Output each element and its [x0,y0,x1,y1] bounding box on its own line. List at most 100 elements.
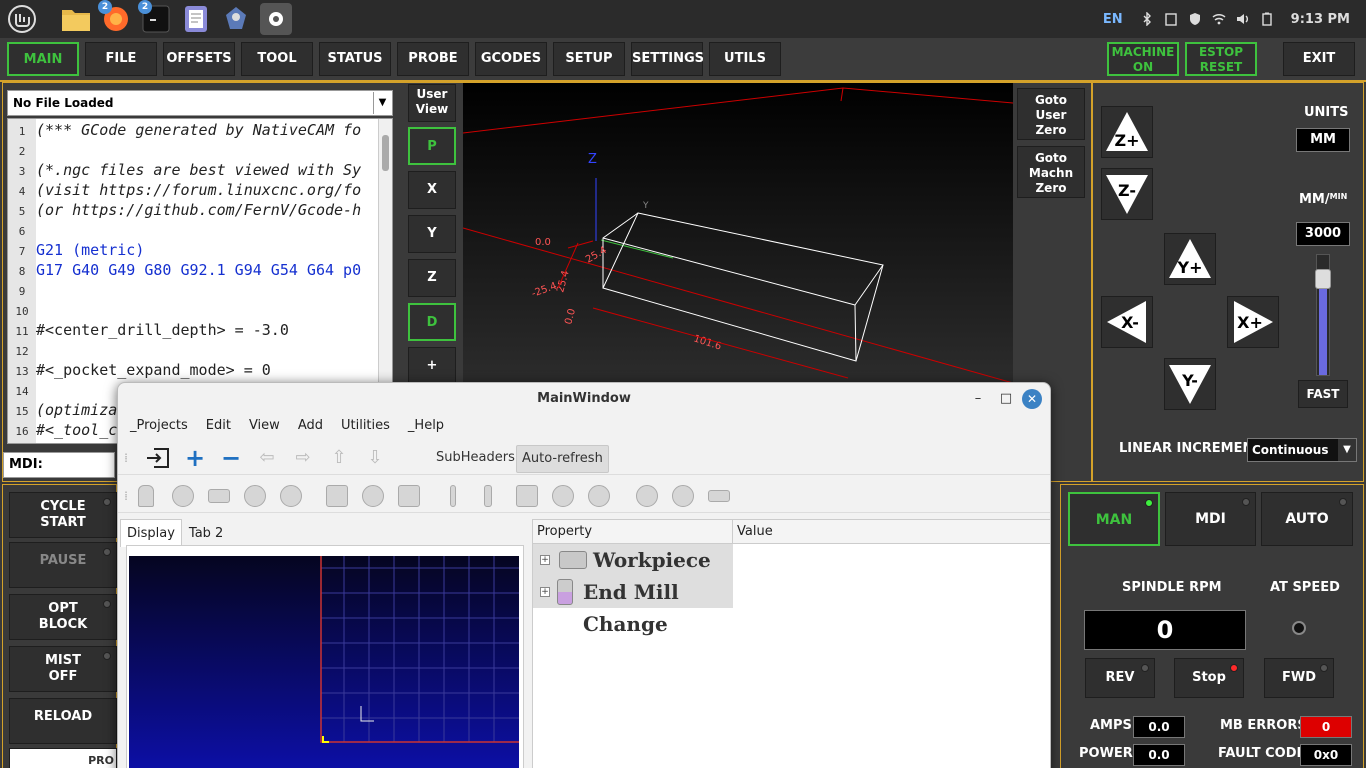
linuxcnc-icon[interactable] [220,3,252,35]
tab-probe[interactable]: PROBE [397,42,469,76]
circle-drill-icon[interactable] [362,485,384,507]
end-mill-icon[interactable] [138,485,154,507]
drill-icon[interactable] [450,485,456,507]
menu-edit[interactable]: Edit [206,415,231,437]
view-y-button[interactable]: Y [408,215,456,253]
maximize-icon[interactable]: □ [996,389,1016,409]
grid-drill-icon[interactable] [398,485,420,507]
mist-off-button[interactable]: MIST OFF [9,646,117,692]
tab-utils[interactable]: UTILS [709,42,781,76]
code-line[interactable]: 13 #<_pocket_expand_mode> = 0 [8,361,378,381]
circle-pocket-icon[interactable] [172,485,194,507]
user-view-button[interactable]: User View [408,84,456,122]
subheaders-toggle[interactable]: SubHeaders [436,445,515,471]
code-line[interactable]: 10 [8,301,378,321]
spindle-fwd-button[interactable]: FWD [1264,658,1334,698]
wifi-icon[interactable] [1212,12,1226,26]
move-down-icon[interactable]: ⇩ [364,447,386,469]
code-line[interactable]: 1 (*** GCode generated by NativeCAM fo [8,121,378,141]
drill-row-icon[interactable] [588,485,610,507]
stock-icon[interactable] [708,490,730,502]
view-x-button[interactable]: X [408,171,456,209]
table-row[interactable]: End Mill Change + [533,576,1050,636]
linear-increment-select[interactable]: Continuous ▼ [1247,438,1357,462]
reload-button[interactable]: RELOAD [9,698,117,744]
tab-gcodes[interactable]: GCODES [475,42,547,76]
coolant-icon[interactable] [672,485,694,507]
menu-help[interactable]: _Help [408,415,444,437]
spindle-rev-button[interactable]: REV [1085,658,1155,698]
clipboard-icon[interactable] [1164,12,1178,26]
keyboard-layout[interactable]: EN [1103,12,1123,27]
gear-icon[interactable] [260,3,292,35]
zoom-in-button[interactable]: + [408,347,456,385]
opt-block-button[interactable]: OPT BLOCK [9,594,117,640]
tab-offsets[interactable]: OFFSETS [163,42,235,76]
jog-z-minus-button[interactable]: Z- [1101,168,1153,220]
jog-y-minus-button[interactable]: Y- [1164,358,1216,410]
property-table[interactable]: Property Value Workpiece + End Mill Chan… [532,519,1050,768]
firefox-icon[interactable]: 2 [98,0,132,35]
mode-man-button[interactable]: MAN [1068,492,1160,546]
slot-icon[interactable] [244,485,266,507]
move-left-icon[interactable]: ⇦ [256,447,278,469]
view-d-button[interactable]: D [408,303,456,341]
code-line[interactable]: 2 [8,141,378,161]
export-icon[interactable] [146,447,169,469]
mode-mdi-button[interactable]: MDI [1165,492,1256,546]
clock[interactable]: 9:13 PM [1291,12,1350,27]
tab-setup[interactable]: SETUP [553,42,625,76]
view-z-button[interactable]: Z [408,259,456,297]
pause-button[interactable]: PAUSE [9,542,117,588]
minimize-icon[interactable]: – [968,389,988,409]
tab-main[interactable]: MAIN [7,42,79,76]
menu-utilities[interactable]: Utilities [341,415,390,437]
tab-display[interactable]: Display [120,519,182,547]
feed-rate-value[interactable]: 3000 [1296,222,1350,246]
menu-projects[interactable]: _Projects [130,415,188,437]
jog-z-plus-button[interactable]: Z+ [1101,106,1153,158]
view-p-button[interactable]: P [408,127,456,165]
add-icon[interactable]: + [184,446,206,470]
jog-x-minus-button[interactable]: X- [1101,296,1153,348]
nativecam-window[interactable]: MainWindow – □ ✕ _Projects Edit View Add… [117,382,1051,768]
value-column-header[interactable]: Value [733,520,1050,544]
file-selector[interactable]: No File Loaded ▼ [7,90,393,116]
drill-pattern-icon[interactable] [326,485,348,507]
jog-y-plus-button[interactable]: Y+ [1164,233,1216,285]
battery-icon[interactable] [1260,12,1274,26]
mint-menu-icon[interactable] [6,3,38,35]
expand-icon[interactable]: + [540,555,550,565]
text-editor-icon[interactable] [180,3,212,35]
property-column-header[interactable]: Property [533,520,733,544]
bluetooth-icon[interactable] [1140,12,1154,26]
estop-reset-button[interactable]: ESTOP RESET [1185,42,1257,76]
code-line[interactable]: 12 [8,341,378,361]
terminal-icon[interactable]: 2 [138,0,172,35]
tab-tool[interactable]: TOOL [241,42,313,76]
menu-view[interactable]: View [249,415,280,437]
code-line[interactable]: 7 G21 (metric) [8,241,378,261]
close-icon[interactable]: ✕ [1022,389,1042,409]
tab-status[interactable]: STATUS [319,42,391,76]
machine-on-button[interactable]: MACHINE ON [1107,42,1179,76]
mode-auto-button[interactable]: AUTO [1261,492,1353,546]
tab-settings[interactable]: SETTINGS [631,42,704,76]
move-right-icon[interactable]: ⇨ [292,447,314,469]
mdi-input[interactable]: MDI: [3,452,115,478]
shield-icon[interactable] [1188,12,1202,26]
program-button[interactable]: PRO [9,748,117,768]
menu-add[interactable]: Add [298,415,323,437]
fast-button[interactable]: FAST [1298,380,1348,408]
spindle-stop-button[interactable]: Stop [1174,658,1244,698]
gcode-3d-preview[interactable]: Z Y 0.0 25.4 -25.4 0.0 101.6 25.4 [463,83,1013,383]
expand-icon[interactable]: + [540,587,550,597]
tab-file[interactable]: FILE [85,42,157,76]
tab-2[interactable]: Tab 2 [182,519,230,547]
code-line[interactable]: 9 [8,281,378,301]
code-line[interactable]: 4 (visit https://forum.linuxcnc.org/fo [8,181,378,201]
goto-user-zero-button[interactable]: Goto User Zero [1017,88,1085,140]
cycle-start-button[interactable]: CYCLE START [9,492,117,538]
move-up-icon[interactable]: ⇧ [328,447,350,469]
folder-icon[interactable] [60,3,92,35]
